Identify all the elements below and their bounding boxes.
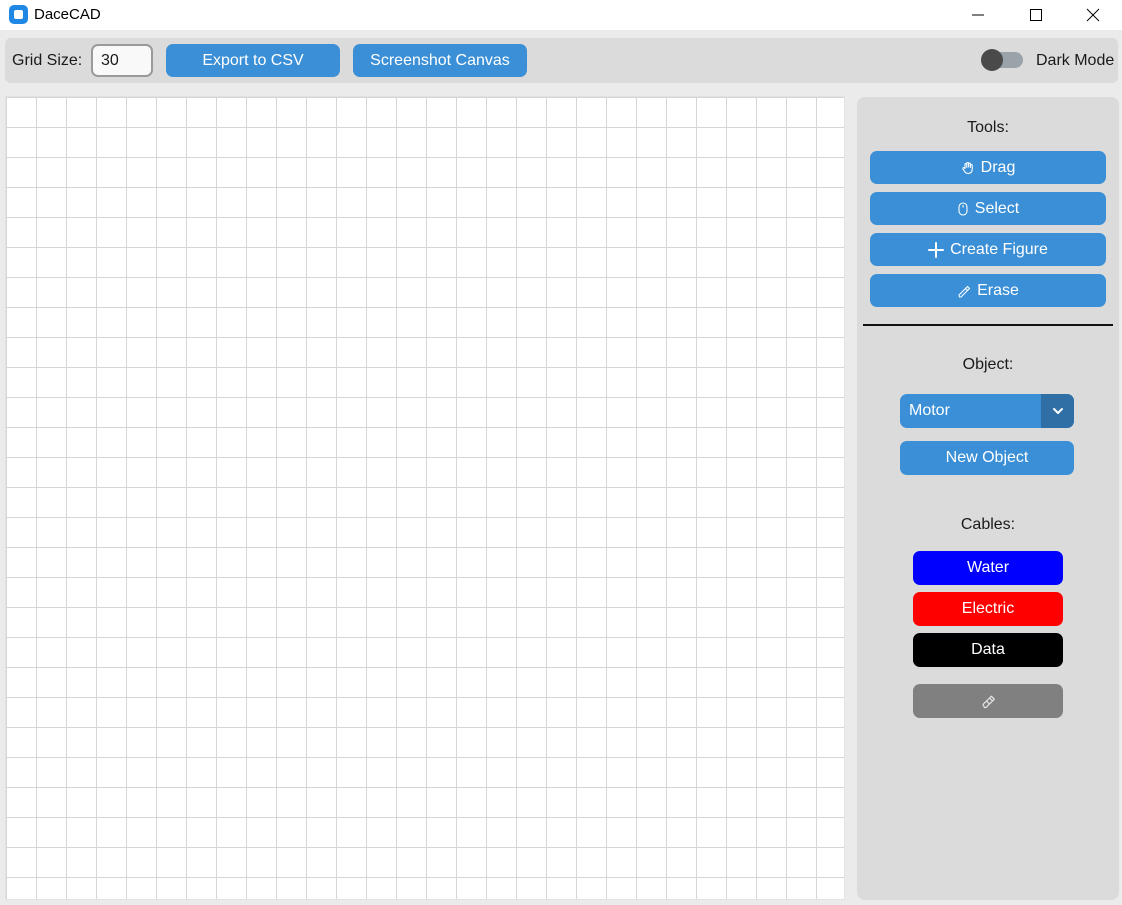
cable-electric-label: Electric (961, 600, 1015, 617)
create-figure-label: Create Figure (950, 240, 1048, 258)
create-figure-button[interactable]: Create Figure (870, 233, 1106, 266)
new-object-button[interactable]: New Object (900, 441, 1074, 475)
dark-mode-toggle[interactable] (981, 49, 1023, 71)
screenshot-canvas-label: Screenshot Canvas (370, 51, 510, 69)
hand-icon (962, 161, 973, 174)
select-tool-label: Select (974, 199, 1020, 217)
dark-mode-label: Dark Mode (1036, 52, 1115, 69)
drawing-canvas[interactable] (5, 96, 845, 900)
drag-tool-label: Drag (980, 158, 1016, 176)
select-tool-button[interactable]: Select (870, 192, 1106, 225)
chevron-down-icon (1052, 408, 1063, 414)
maximize-button[interactable] (1007, 0, 1065, 30)
object-heading: Object: (962, 356, 1014, 373)
title-bar: DaceCAD (0, 0, 1122, 30)
close-icon (1086, 8, 1100, 22)
grid-size-input[interactable] (91, 44, 153, 77)
maximize-icon (1030, 9, 1042, 21)
erase-tool-button[interactable]: Erase (870, 274, 1106, 307)
top-toolbar: Grid Size: Export to CSV Screenshot Canv… (5, 38, 1118, 83)
dropdown-arrow-button[interactable] (1041, 394, 1074, 428)
window-title: DaceCAD (34, 6, 101, 23)
object-dropdown[interactable]: Motor (900, 394, 1074, 428)
tools-heading: Tools: (967, 119, 1009, 136)
plus-icon (928, 241, 945, 258)
screenshot-canvas-button[interactable]: Screenshot Canvas (353, 44, 527, 77)
drag-tool-button[interactable]: Drag (870, 151, 1106, 184)
sidebar-divider (863, 324, 1113, 326)
cable-water-label: Water (966, 559, 1010, 576)
erase-tool-label: Erase (977, 281, 1019, 299)
export-csv-button[interactable]: Export to CSV (166, 44, 340, 77)
close-button[interactable] (1064, 0, 1122, 30)
cable-electric-button[interactable]: Electric (913, 592, 1063, 626)
cables-heading: Cables: (960, 516, 1016, 533)
tools-sidebar: Tools: Drag Select Create Figure Erase O… (857, 97, 1119, 900)
export-csv-label: Export to CSV (202, 51, 304, 69)
minimize-icon (972, 14, 984, 16)
cable-data-label: Data (971, 641, 1005, 658)
grid-size-label: Grid Size: (12, 52, 83, 69)
new-object-label: New Object (945, 449, 1029, 466)
cable-eraser-button[interactable] (913, 684, 1063, 718)
mouse-icon (958, 201, 968, 216)
object-dropdown-value: Motor (909, 402, 950, 419)
eraser-icon (958, 285, 971, 298)
app-square-icon (9, 5, 28, 24)
minimize-button[interactable] (949, 0, 1007, 30)
eraser-icon (982, 695, 995, 709)
toggle-knob (981, 49, 1003, 71)
cable-water-button[interactable]: Water (913, 551, 1063, 585)
cable-data-button[interactable]: Data (913, 633, 1063, 667)
